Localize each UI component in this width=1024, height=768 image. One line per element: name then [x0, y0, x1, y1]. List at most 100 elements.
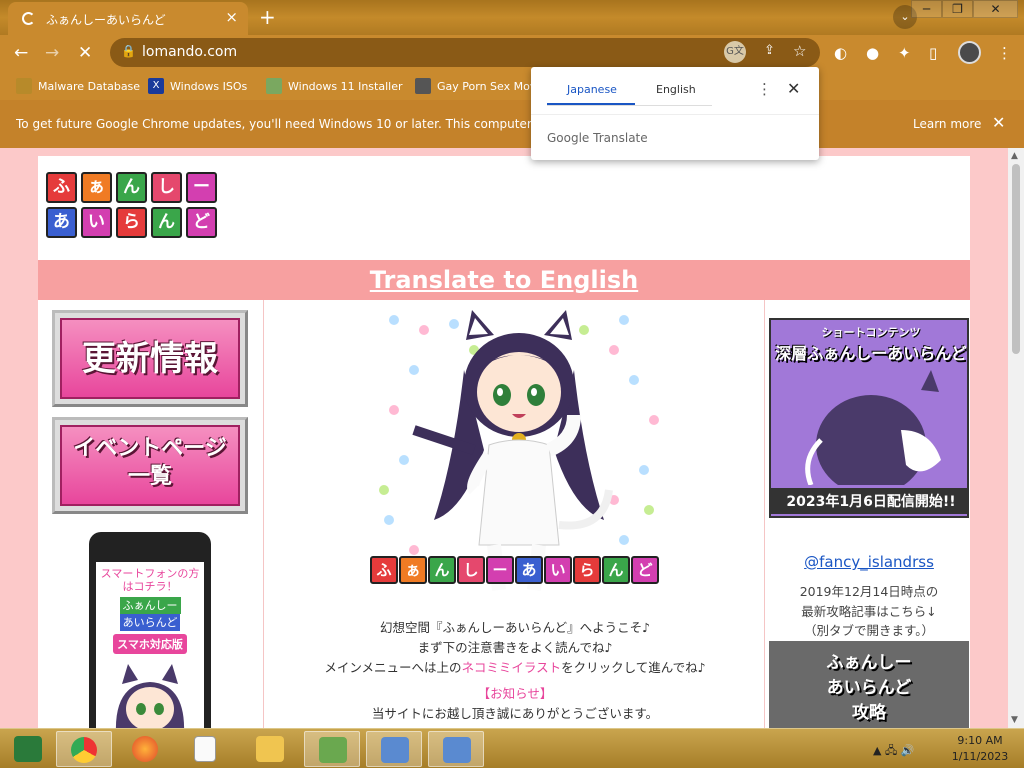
- bookmark-label: Windows ISOs: [170, 79, 248, 93]
- tab-strip: ふぁんしーあいらんど × + ⌄ ─ ❐ ✕: [0, 0, 1024, 35]
- taskbar-firefox[interactable]: [118, 731, 174, 767]
- welcome-line-3: メインメニューへは上のネコミミイラストをクリックして進んでね♪: [264, 658, 766, 678]
- twitter-link[interactable]: @fancy_islandrss: [768, 553, 970, 571]
- notice-heading: 【お知らせ】: [264, 684, 766, 704]
- updates-button[interactable]: 更新情報: [52, 310, 248, 407]
- users-icon: [319, 737, 347, 763]
- scroll-down-arrow-icon[interactable]: ▼: [1011, 715, 1018, 725]
- smartphone-link[interactable]: スマートフォンの方はコチラ！ ふぁんしー あいらんど スマホ対応版: [89, 532, 211, 728]
- taskbar-network-2[interactable]: [428, 731, 484, 767]
- minimize-button[interactable]: ─: [911, 0, 942, 18]
- x-icon: X: [148, 78, 164, 94]
- bookmark-gay-porn[interactable]: Gay Porn Sex Mov: [415, 78, 536, 94]
- forward-button[interactable]: →: [45, 43, 59, 63]
- taskbar-network-1[interactable]: [366, 731, 422, 767]
- tab-title: ふぁんしーあいらんど: [46, 13, 166, 27]
- scroll-up-arrow-icon[interactable]: ▲: [1011, 151, 1018, 161]
- maximize-button[interactable]: ❐: [942, 0, 973, 18]
- character-logo-tile: ら: [573, 556, 601, 584]
- logo-tile: ら: [116, 207, 147, 238]
- lock-icon[interactable]: 🔒: [121, 44, 136, 58]
- target-language-tab[interactable]: English: [656, 83, 696, 96]
- welcome-line-1: 幻想空間『ふぁんしーあいらんど』へようこそ♪: [379, 620, 651, 635]
- phone-logo: ふぁんしー あいらんど: [96, 597, 204, 631]
- character-logo-tile: い: [544, 556, 572, 584]
- center-column: ふぁんしーあいらんど 幻想空間『ふぁんしーあいらんど』へようこそ♪ まず下の注意…: [263, 300, 765, 728]
- character-logo-tile: ふ: [370, 556, 398, 584]
- updates-label: 更新情報: [60, 318, 240, 399]
- page-container: ふぁんしーあいらんど Translate to English 更新情報 イベン…: [38, 156, 970, 728]
- translate-word: Translate: [589, 131, 648, 145]
- file-icon: [194, 736, 216, 762]
- chrome-menu-icon[interactable]: ⋮: [997, 44, 1012, 62]
- notice-link[interactable]: お知らせ: [490, 686, 540, 701]
- vertical-scrollbar[interactable]: ▲ ▼: [1008, 148, 1024, 728]
- tab-close-button[interactable]: ×: [225, 8, 238, 26]
- welcome-text: 幻想空間『ふぁんしーあいらんど』へようこそ♪ まず下の注意書きをよく読んでね♪ …: [264, 618, 766, 724]
- tab-active[interactable]: ふぁんしーあいらんど ×: [8, 2, 248, 35]
- nekomimi-illust-link[interactable]: ネコミミイラスト: [462, 660, 562, 675]
- character-logo-tile: ん: [602, 556, 630, 584]
- note-line-1: 2019年12月14日時点の: [799, 584, 939, 599]
- popup-separator: [531, 114, 819, 115]
- toolbar: ← → ✕ 🔒 lomando.com G文 ⇪ ☆ ◐ ● ✦ ▯ ⋮: [0, 35, 1024, 70]
- scroll-thumb[interactable]: [1012, 164, 1020, 354]
- system-tray[interactable]: ▲ 🖧 🔊: [873, 742, 914, 761]
- taskbar-explorer[interactable]: [242, 731, 298, 767]
- event-pages-button[interactable]: イベントページ一覧: [52, 417, 248, 514]
- translate-options-menu-icon[interactable]: ⋮: [757, 80, 772, 98]
- translate-close-button[interactable]: ✕: [787, 79, 800, 98]
- network-icon: [381, 737, 409, 763]
- smartphone-badge: スマホ対応版: [113, 634, 187, 654]
- side-panel-icon[interactable]: ▯: [929, 44, 937, 62]
- taskbar-chrome[interactable]: [56, 731, 112, 767]
- site-logo[interactable]: ふぁんしーあいらんど: [46, 172, 222, 242]
- source-language-tab[interactable]: Japanese: [567, 83, 617, 96]
- taskbar-clock[interactable]: 9:10 AM 1/11/2023: [945, 733, 1015, 765]
- left-column: 更新情報 イベントページ一覧 スマートフォンの方はコチラ！ ふぁんしー あいらん…: [38, 300, 260, 728]
- extension-avatar-icon[interactable]: ●: [866, 44, 879, 62]
- share-icon[interactable]: ⇪: [764, 43, 775, 58]
- stop-button[interactable]: ✕: [78, 43, 92, 63]
- note-line-2: 最新攻略記事はこちら↓: [801, 603, 937, 619]
- bookmark-label: Malware Database: [38, 79, 141, 93]
- bookmark-malware-database[interactable]: Malware Database: [16, 78, 140, 94]
- translate-to-english-link[interactable]: Translate to English: [370, 266, 638, 294]
- extension-flag-icon[interactable]: ◐: [834, 44, 847, 62]
- profile-avatar[interactable]: [958, 41, 981, 64]
- promo-character-image: [805, 370, 941, 485]
- translate-icon[interactable]: G文: [724, 41, 746, 63]
- phone-logo-bottom: あいらんど: [119, 614, 181, 631]
- start-system-button[interactable]: [0, 731, 56, 767]
- bookmark-windows-11-installer[interactable]: Windows 11 Installer: [266, 78, 403, 94]
- learn-more-link[interactable]: Learn more: [913, 117, 981, 131]
- taskbar-file[interactable]: [180, 731, 236, 767]
- bookmark-star-icon[interactable]: ☆: [793, 42, 806, 60]
- logo-tile: ん: [151, 207, 182, 238]
- guide-line-3: 攻略: [852, 703, 886, 723]
- event-pages-label: イベントページ一覧: [60, 425, 240, 506]
- promo-banner[interactable]: ショートコンテンツ 深層ふぁんしーあいらんど 2023年1月6日配信開始!!: [769, 318, 969, 518]
- note-line-3: （別タブで開きます。）: [803, 623, 934, 638]
- url-text[interactable]: lomando.com: [142, 44, 237, 60]
- smartphone-text: スマートフォンの方はコチラ！: [100, 567, 200, 593]
- extensions-puzzle-icon[interactable]: ✦: [898, 44, 911, 62]
- network-icon-2: [443, 737, 471, 763]
- close-window-button[interactable]: ✕: [973, 0, 1018, 18]
- globe-icon: [415, 78, 431, 94]
- bookmark-windows-isos[interactable]: X Windows ISOs: [148, 78, 247, 94]
- infobar-close-button[interactable]: ✕: [992, 113, 1005, 132]
- guide-banner[interactable]: ふぁんしー あいらんど 攻略: [769, 641, 969, 728]
- address-bar[interactable]: 🔒 lomando.com G文 ⇪ ☆: [110, 38, 820, 67]
- active-tab-underline: [547, 103, 635, 105]
- promo-date: 2023年1月6日配信開始!!: [771, 488, 967, 514]
- back-button[interactable]: ←: [14, 43, 28, 63]
- character-logo-tile: ー: [486, 556, 514, 584]
- google-translate-label: Google Translate: [547, 131, 648, 145]
- character-logo-tile: ん: [428, 556, 456, 584]
- bookmark-label: Windows 11 Installer: [288, 79, 403, 93]
- character-logo-tile: あ: [515, 556, 543, 584]
- taskbar-users[interactable]: [304, 731, 360, 767]
- new-tab-button[interactable]: +: [259, 5, 276, 29]
- translate-popup: Japanese English ⋮ ✕ Google Translate: [531, 67, 819, 160]
